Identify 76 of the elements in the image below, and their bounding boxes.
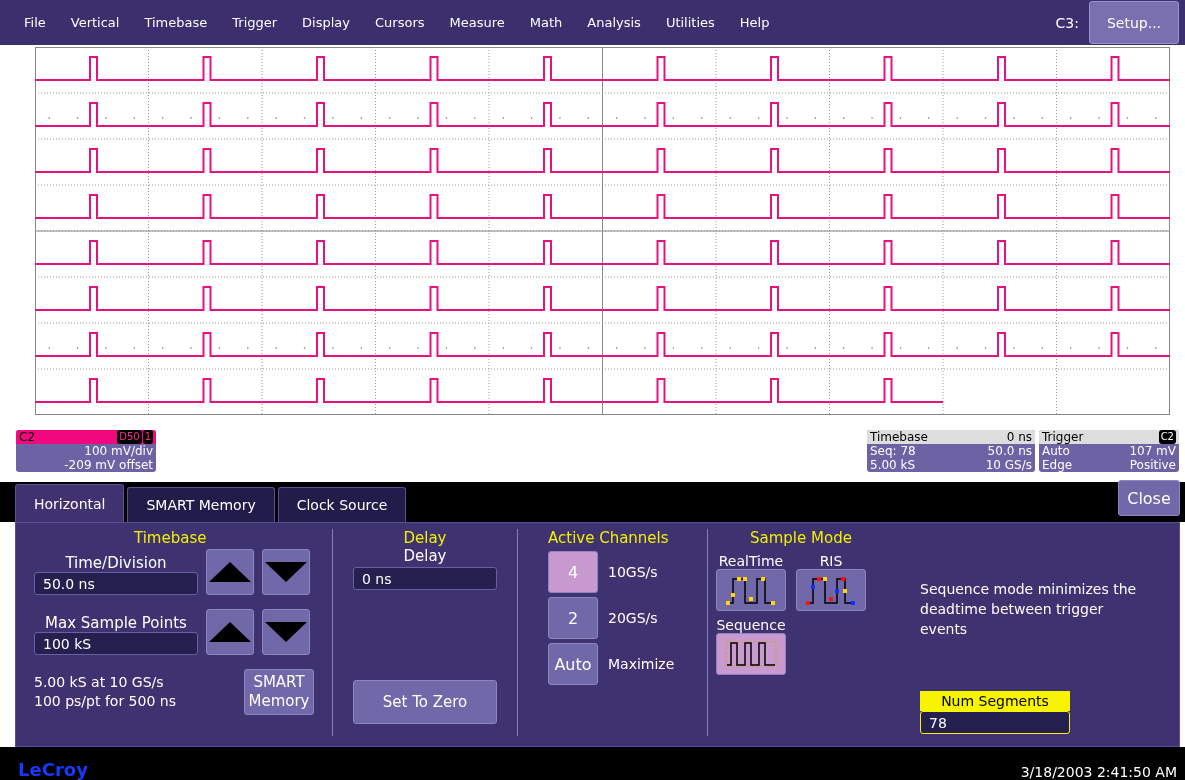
- sample-rate-text: 10GS/s: [608, 564, 658, 580]
- channel-offset: -209 mV offset: [63, 458, 154, 472]
- trigger-title: Trigger: [1042, 430, 1084, 444]
- smart-memory-button[interactable]: SMART Memory: [244, 669, 314, 715]
- sample-mode-button[interactable]: [716, 569, 786, 611]
- timebase-title: Timebase: [870, 430, 928, 444]
- channel-badge: D50: [117, 430, 142, 444]
- up-triangle-icon: [207, 620, 253, 644]
- increase-button[interactable]: [206, 609, 254, 655]
- info-text: 5.00 kS: [870, 458, 916, 472]
- section-title: Delay: [403, 529, 447, 547]
- menu-item[interactable]: Vertical: [70, 15, 120, 30]
- field-label: Time/Division: [64, 554, 168, 572]
- channel-count-button[interactable]: 2: [548, 597, 598, 639]
- decrease-button[interactable]: [262, 549, 310, 595]
- mode-label: Sequence: [716, 617, 786, 633]
- decrease-button[interactable]: [262, 609, 310, 655]
- channel-badge: 1: [142, 430, 153, 444]
- max-sample-points-field[interactable]: 100 kS: [34, 632, 198, 655]
- menu-item[interactable]: Cursors: [375, 15, 425, 30]
- set-to-zero-button[interactable]: Set To Zero: [353, 680, 497, 724]
- channel-scale: 100 mV/div: [83, 444, 154, 458]
- up-triangle-icon: [207, 560, 253, 584]
- field-label: Max Sample Points: [44, 614, 188, 632]
- menu-item[interactable]: Timebase: [144, 15, 208, 30]
- down-triangle-icon: [263, 620, 309, 644]
- menu-item[interactable]: Help: [739, 15, 770, 30]
- sample-mode-button[interactable]: [796, 569, 866, 611]
- increase-button[interactable]: [206, 549, 254, 595]
- section-title: Timebase: [133, 529, 208, 547]
- sample-mode-button[interactable]: [716, 633, 786, 675]
- section-title: Active Channels: [548, 529, 670, 547]
- trigger-source-badge: C2: [1158, 430, 1176, 444]
- setup-button[interactable]: Setup...: [1089, 1, 1179, 44]
- num-segments-field[interactable]: 78: [920, 711, 1070, 734]
- menu-item[interactable]: Math: [529, 15, 563, 30]
- channel-name: C2: [19, 430, 35, 444]
- menu-item[interactable]: Display: [302, 15, 350, 30]
- close-button[interactable]: Close: [1118, 480, 1180, 516]
- tab[interactable]: Clock Source: [277, 487, 407, 522]
- section-title: Sample Mode: [749, 529, 853, 547]
- info-text: Auto: [1042, 444, 1070, 458]
- info-text: 5.00 kS at 10 GS/s: [34, 673, 165, 692]
- menu-item[interactable]: File: [24, 15, 46, 30]
- field-label: Delay: [403, 547, 447, 565]
- mode-label: RIS: [819, 553, 843, 569]
- delay-field[interactable]: 0 ns: [353, 567, 497, 590]
- brand-logo: LeCroy: [18, 760, 88, 780]
- info-value: 50.0 ns: [987, 444, 1032, 458]
- tab[interactable]: Horizontal: [15, 484, 125, 522]
- down-triangle-icon: [263, 560, 309, 584]
- num-segments-label: Num Segments: [920, 691, 1070, 711]
- timestamp: 3/18/2003 2:41:50 AM: [1020, 764, 1177, 780]
- channel-count-button[interactable]: Auto: [548, 643, 598, 685]
- info-text: Edge: [1042, 458, 1073, 472]
- mode-description: Sequence mode minimizes the deadtime between trigger events: [920, 580, 1138, 639]
- menu-item[interactable]: Measure: [449, 15, 505, 30]
- info-value: 107 mV: [1129, 444, 1176, 458]
- info-value: 10 GS/s: [985, 458, 1032, 472]
- info-value: Positive: [1129, 458, 1176, 472]
- menu-item[interactable]: Trigger: [232, 15, 278, 30]
- timebase-delay: 0 ns: [1006, 430, 1032, 444]
- info-text: 100 ps/pt for 500 ns: [34, 692, 176, 711]
- trigger-info-box[interactable]: Trigger C2 Auto 107 mV Edge Positive: [1039, 430, 1179, 472]
- segmented-wave-icon: [723, 639, 779, 669]
- channel-label: C3:: [1055, 14, 1079, 31]
- tab[interactable]: SMART Memory: [127, 487, 275, 522]
- timebase-info-box[interactable]: Timebase 0 ns Seq: 78 50.0 ns 5.00 kS 10 GS/s: [867, 430, 1035, 472]
- time-division-field[interactable]: 50.0 ns: [34, 572, 198, 595]
- sample-rate-text: 20GS/s: [608, 610, 658, 626]
- mode-label: RealTime: [718, 553, 784, 569]
- menu-item[interactable]: Utilities: [665, 15, 715, 30]
- sample-rate-text: Maximize: [608, 656, 675, 672]
- info-text: Seq: 78: [870, 444, 916, 458]
- channel-info-box[interactable]: C2 D50 1 100 mV/div -209 mV offset: [16, 430, 156, 472]
- menu-item[interactable]: Analysis: [587, 15, 641, 30]
